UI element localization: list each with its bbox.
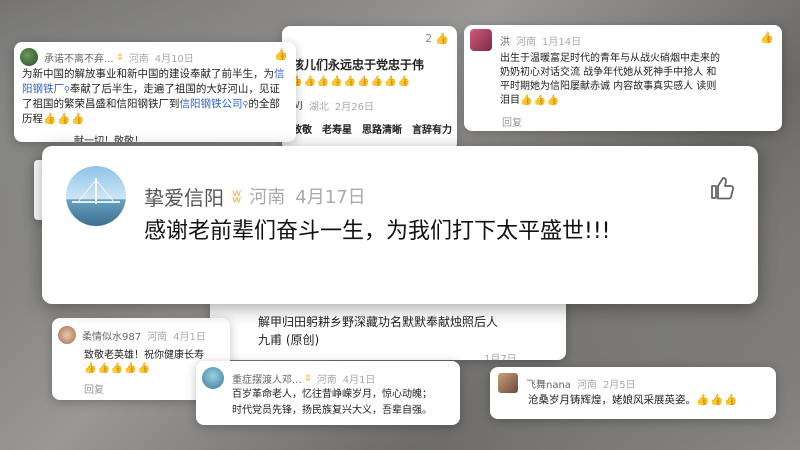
comment-date: 4月17日 [295,187,366,208]
avatar[interactable] [498,373,518,393]
like-button[interactable]: 2 👍 [425,32,449,45]
poem-line-1: 解甲归田躬耕乡野深藏功名默默奉献烛照后人 [258,315,499,329]
comment-emojis: 👍👍👍 [696,394,739,406]
comment-text: 为新中国的解放事业和新中国的建设奉献了前半生，为 [22,68,274,80]
topic-link-xinyang-steel-company[interactable]: 信阳钢铁公司 [180,98,243,110]
comment-text: 感谢老前辈们奋斗一生，为我们打下太平盛世!!! [144,219,611,244]
comment-text-peek: 致敬 老寿星 思路清晰 言辞有力 一脉旺 [292,125,457,136]
like-count: 2 [425,32,433,45]
bridge-icon [72,178,120,204]
comment-date: 2月26日 [334,102,374,113]
comment-card-main: 挚爱信阳 ʬ 河南 4月17日 感谢老前辈们奋斗一生，为我们打下太平盛世!!! [42,146,758,304]
thumb-up-icon[interactable]: 👍 [274,48,288,61]
comment-line-1: 百岁革命老人，忆往昔峥嵘岁月，惊心动魄； [232,389,432,400]
region-label: 河南 [576,379,597,391]
comment-card-zhongzheng: 重症摆渡人邓... ʬ 河南 4月1日 百岁革命老人，忆往昔峥嵘岁月，惊心动魄；… [196,361,460,425]
thumb-up-icon: 👍 [435,32,449,45]
avatar[interactable] [470,29,492,51]
comment-card-feiwu: 飞舞nana 河南 2月5日 沧桑岁月铸辉煌，姥娘风采展英姿。👍👍👍 [490,367,776,419]
comment-emojis: 👍👍👍 [43,113,86,125]
comment-date: 4月1日 [342,374,376,386]
comment-body: 为新中国的解放事业和新中国的建设奉献了前半生，为信阳钢铁厂⚲奉献了后半生，走遍了… [22,67,290,127]
vip-badge-icon: ʬ [117,51,123,63]
comment-emojis: 👍👍👍👍👍 [84,363,152,374]
region-label: 河南 [128,53,149,65]
vip-badge-icon: ʬ [232,185,242,207]
username[interactable]: 重症摆渡人邓... [232,371,302,386]
comment-text: 沧桑岁月铸辉煌，姥娘风采展英姿。 [528,394,696,406]
comment-date: 1月7日 [484,354,517,360]
region-label: 河南 [147,331,168,343]
comment-card-wj: 2 👍 孩儿们永远忠于党忠于伟 👍👍👍👍👍👍👍👍👍 WJ 湖北 2月26日 致敬… [282,26,457,151]
region-label: 河南 [249,187,286,208]
region-label: 河南 [516,36,536,48]
comment-line-2: 时代党员先锋，扬民族复兴大义，吾辈自强。 [232,405,432,416]
comment-body: 出生于温暖富足时代的青年与从战火硝烟中走来的奶奶初心对话交流 战争年代她从死神手… [500,52,726,108]
comment-date: 2月5日 [602,379,636,391]
comment-date: 4月10日 [154,53,194,65]
avatar[interactable] [202,367,224,389]
region-label: 湖北 [308,102,329,113]
comment-card-hong: 洪 河南 1月14日 👍 出生于温暖富足时代的青年与从战火硝烟中走来的奶奶初心对… [464,25,782,131]
reply-button[interactable]: 回复 [502,114,522,129]
comment-date: 4月1日 [173,331,206,343]
username[interactable]: 挚爱信阳 [144,182,224,211]
username[interactable]: 柔情似水987 [82,328,141,343]
comment-text-peek: 献一切！敬敬！ [74,136,144,142]
username[interactable]: 飞舞nana [526,376,571,391]
vip-badge-icon: ʬ [305,372,311,384]
comment-card-chengnuo: 承诺不离不弃... ʬ 河南 4月10日 👍 为新中国的解放事业和新中国的建设奉… [14,42,296,142]
comment-emojis: 👍👍👍👍👍👍👍👍👍 [290,76,412,87]
username[interactable]: 承诺不离不弃... [44,50,114,65]
thumb-up-icon[interactable]: 👍 [760,31,774,44]
avatar[interactable] [66,166,126,226]
thumb-up-icon[interactable] [708,174,736,202]
username[interactable]: 洪 [500,33,510,48]
reply-button[interactable]: 回复 [84,381,104,396]
comment-body: 沧桑岁月铸辉煌，姥娘风采展英姿。👍👍👍 [528,393,738,408]
region-label: 河南 [316,374,337,386]
comment-text: 致敬老英雄！祝你健康长寿 [84,350,204,361]
comment-emojis: 👍👍👍 [520,95,561,106]
comment-text: 孩儿们永远忠于党忠于伟 [292,58,425,72]
poem-line-2: 九甫 (原创) [258,333,320,347]
comment-date: 1月14日 [542,36,582,48]
avatar[interactable] [20,48,38,66]
avatar[interactable] [58,326,76,344]
